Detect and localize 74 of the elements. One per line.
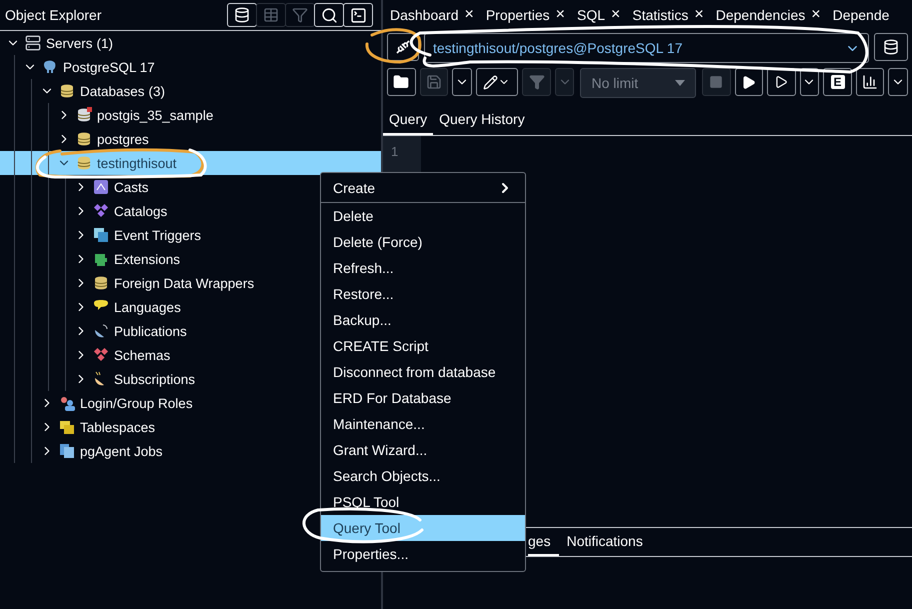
output-tab[interactable]: Notifications <box>566 528 651 556</box>
menu-item[interactable]: ERD For Database <box>321 385 525 411</box>
menu-item[interactable]: Grant Wizard... <box>321 437 525 463</box>
save-icon <box>426 74 442 90</box>
tree-item[interactable]: postgis_35_sample <box>0 103 381 127</box>
query-tab[interactable]: Query History <box>433 105 531 135</box>
caret-icon <box>675 80 686 86</box>
menu-item[interactable]: Maintenance... <box>321 411 525 437</box>
tree-item[interactable]: PostgreSQL 17 <box>0 55 381 79</box>
output-tab[interactable]: ges <box>528 528 559 556</box>
database-icon <box>883 39 899 55</box>
chart-button[interactable] <box>856 68 884 96</box>
menu-item[interactable]: CREATE Script <box>321 333 525 359</box>
close-icon[interactable]: × <box>811 6 821 24</box>
panel-tab[interactable]: Depende <box>832 7 890 23</box>
search-tool-button[interactable] <box>314 3 344 27</box>
database-icon <box>59 83 75 99</box>
menu-item[interactable]: Search Objects... <box>321 463 525 489</box>
query-tool-button[interactable] <box>227 3 257 27</box>
database-icon <box>76 107 92 123</box>
close-icon[interactable]: × <box>556 6 565 24</box>
menu-item[interactable]: Create <box>321 173 525 203</box>
open-file-button[interactable] <box>387 68 416 96</box>
run-button[interactable] <box>734 68 764 96</box>
terminal-icon <box>350 6 366 24</box>
panel-tab[interactable]: Dashboard × <box>390 6 474 24</box>
menu-item[interactable]: Properties... <box>321 541 525 567</box>
close-icon[interactable]: × <box>464 6 474 24</box>
line-number: 1 <box>390 144 400 161</box>
documents-icon <box>59 443 75 459</box>
filter-icon <box>292 7 308 23</box>
panel-tab[interactable]: SQL × <box>577 6 620 24</box>
menu-item[interactable]: Query Tool <box>321 515 525 541</box>
search-icon <box>320 6 338 24</box>
menu-item[interactable]: Restore... <box>321 281 525 307</box>
panel-tab[interactable]: Properties × <box>486 6 565 24</box>
panel-title: Object Explorer <box>5 7 102 23</box>
panel-tab[interactable]: Dependencies × <box>716 6 821 24</box>
tree-item[interactable]: testingthisout <box>0 151 381 175</box>
menu-item[interactable]: Refresh... <box>321 255 525 281</box>
edit-button[interactable] <box>476 68 518 96</box>
dropdown-button[interactable] <box>452 68 472 96</box>
database-icon <box>93 275 109 291</box>
server-stack-icon <box>25 35 41 51</box>
dropdown-button[interactable] <box>888 68 908 96</box>
satellite-dish-icon <box>93 323 109 339</box>
database-icon <box>76 131 92 147</box>
tree-item[interactable]: Databases (3) <box>0 79 381 103</box>
menu-item[interactable]: Backup... <box>321 307 525 333</box>
menu-item[interactable]: Disconnect from database <box>321 359 525 385</box>
plug-icon <box>394 38 412 56</box>
connection-select[interactable]: testingthisout/postgres@PostgreSQL 17 <box>424 33 869 63</box>
puzzle-icon <box>93 251 109 267</box>
close-icon[interactable]: × <box>611 6 620 24</box>
menu-item[interactable]: Delete <box>321 203 525 229</box>
users-icon <box>59 395 75 411</box>
play-outline-icon <box>774 75 788 89</box>
pencil-icon <box>483 74 498 90</box>
close-icon[interactable]: × <box>694 6 704 24</box>
database-icon <box>76 155 92 171</box>
play-icon <box>741 74 756 90</box>
menu-item[interactable]: PSQL Tool <box>321 489 525 515</box>
tree-item[interactable]: Servers (1) <box>0 31 381 55</box>
terminal-tool-button[interactable] <box>343 3 373 27</box>
table-icon <box>263 7 279 23</box>
panel-tab[interactable]: Statistics × <box>632 6 704 24</box>
menu-item[interactable]: Delete (Force) <box>321 229 525 255</box>
filter-icon <box>528 74 545 90</box>
run-script-button[interactable] <box>767 68 796 96</box>
bar-chart-icon <box>862 74 878 90</box>
database-button[interactable] <box>874 33 908 61</box>
folder-icon <box>393 74 410 90</box>
folder-icon <box>59 419 75 435</box>
stop-icon <box>709 75 724 89</box>
